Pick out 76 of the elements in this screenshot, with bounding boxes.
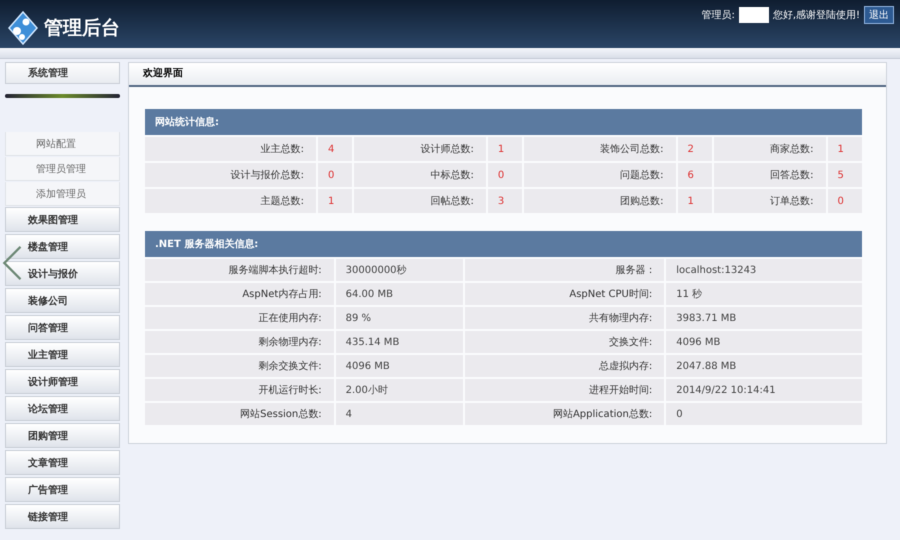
table-cell: AspNet CPU时间: [465, 283, 664, 305]
table-cell: 开机运行时长: [145, 379, 334, 401]
table-cell: 进程开始时间: [465, 379, 664, 401]
table-cell: 1 [678, 189, 712, 213]
admin-label: 管理员: [701, 9, 735, 22]
table-cell: 0 [828, 189, 862, 213]
table-cell: 问题总数: [524, 163, 676, 187]
app-title: 管理后台 [44, 16, 120, 41]
table-cell: 2047.88 MB [666, 355, 862, 377]
logo-icon [8, 11, 38, 45]
table-cell: 服务端脚本执行超时: [145, 259, 334, 281]
table-header: .NET 服务器相关信息: [145, 231, 862, 257]
menu-section[interactable]: 效果图管理 [5, 207, 120, 232]
table-cell: 4096 MB [336, 355, 464, 377]
table-cell: 设计师总数: [354, 137, 486, 161]
table-cell: 网站Session总数: [145, 403, 334, 425]
panel-title: 欢迎界面 [129, 63, 886, 87]
table-cell: 2014/9/22 10:14:41 [666, 379, 862, 401]
table-cell: 剩余物理内存: [145, 331, 334, 353]
table-cell: 89 % [336, 307, 464, 329]
table-cell: 6 [678, 163, 712, 187]
table-cell: 网站Application总数: [465, 403, 664, 425]
table-cell: 30000000秒 [336, 259, 464, 281]
table-cell: 435.14 MB [336, 331, 464, 353]
table-cell: 设计与报价总数: [145, 163, 316, 187]
table-cell: 商家总数: [714, 137, 826, 161]
table-cell: 主题总数: [145, 189, 316, 213]
table-cell: 5 [828, 163, 862, 187]
submenu-item[interactable]: 添加管理员 [5, 182, 120, 206]
table-cell: 回答总数: [714, 163, 826, 187]
table-cell: 64.00 MB [336, 283, 464, 305]
menu-section[interactable]: 楼盘管理 [5, 234, 120, 259]
menu-section[interactable]: 装修公司 [5, 288, 120, 313]
table-cell: 装饰公司总数: [524, 137, 676, 161]
table-cell: 11 秒 [666, 283, 862, 305]
table-cell: 订单总数: [714, 189, 826, 213]
menu-section[interactable]: 链接管理 [5, 504, 120, 529]
menu-section[interactable]: 论坛管理 [5, 396, 120, 421]
table-cell: 回帖总数: [354, 189, 486, 213]
table-cell: 共有物理内存: [465, 307, 664, 329]
menu-section[interactable]: 团购管理 [5, 423, 120, 448]
table-cell: 服务器 : [465, 259, 664, 281]
table-cell: 1 [828, 137, 862, 161]
menu-section[interactable]: 文章管理 [5, 450, 120, 475]
table-cell: localhost:13243 [666, 259, 862, 281]
logout-button[interactable]: 退出 [864, 6, 894, 24]
table-cell: 0 [318, 163, 352, 187]
menu-section[interactable]: 问答管理 [5, 315, 120, 340]
table-cell: 4 [318, 137, 352, 161]
table-cell: 2 [678, 137, 712, 161]
table-cell: 业主总数: [145, 137, 316, 161]
table-cell: 中标总数: [354, 163, 486, 187]
table-header: 网站统计信息: [145, 109, 862, 135]
table-cell: 3983.71 MB [666, 307, 862, 329]
greeting-text: 您好,感谢登陆使用! [772, 8, 860, 22]
table-cell: 正在使用内存: [145, 307, 334, 329]
table-cell: 4 [336, 403, 464, 425]
table-cell: AspNet内存占用: [145, 283, 334, 305]
submenu-item[interactable]: 网站配置 [5, 132, 120, 156]
table-cell: 总虚拟内存: [465, 355, 664, 377]
menu-section[interactable]: 广告管理 [5, 477, 120, 502]
table-cell: 团购总数: [524, 189, 676, 213]
submenu-item[interactable]: 管理员管理 [5, 157, 120, 181]
menu-section[interactable]: 业主管理 [5, 342, 120, 367]
table-cell: 交换文件: [465, 331, 664, 353]
table-cell: 3 [488, 189, 522, 213]
table-cell: 2.00小时 [336, 379, 464, 401]
menu-section[interactable]: 系统管理 [5, 62, 120, 84]
table-cell: 0 [488, 163, 522, 187]
table-cell: 剩余交换文件: [145, 355, 334, 377]
menu-section[interactable]: 设计与报价 [5, 261, 120, 286]
menu-section[interactable]: 设计师管理 [5, 369, 120, 394]
table-cell: 4096 MB [666, 331, 862, 353]
table-cell: 0 [666, 403, 862, 425]
table-cell: 1 [318, 189, 352, 213]
table-cell: 1 [488, 137, 522, 161]
